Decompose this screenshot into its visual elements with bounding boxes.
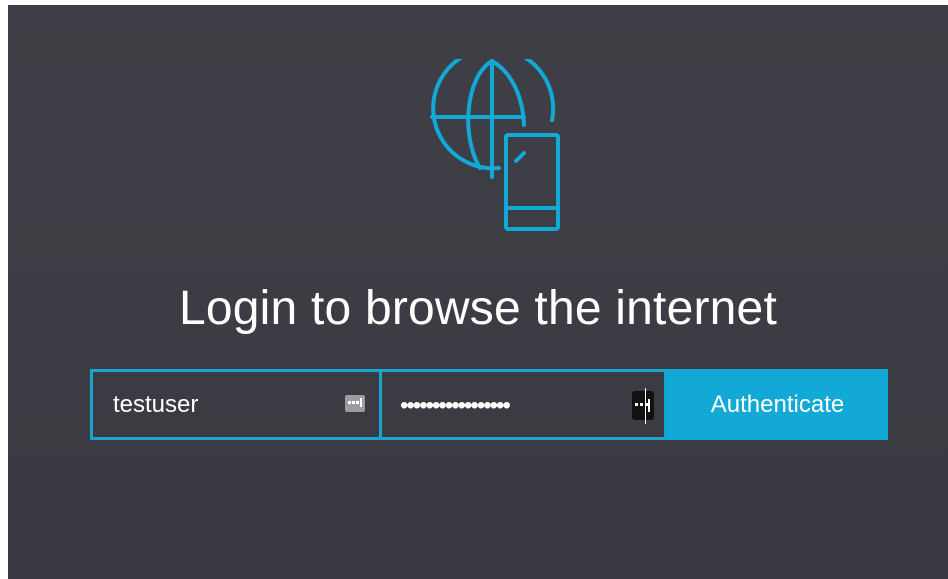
password-manager-key-icon[interactable] [345,395,365,412]
globe-phone-icon [430,59,560,231]
authenticate-button[interactable]: Authenticate [667,369,888,440]
password-input[interactable] [382,372,664,437]
login-form: ••••••••••••••••• Authenticate [90,369,888,440]
password-field-container: ••••••••••••••••• [379,369,667,440]
page-title: Login to browse the internet [179,282,777,336]
username-field-container [90,369,382,440]
text-caret [645,388,646,424]
login-panel: Login to browse the internet •••••••••••… [8,5,948,579]
password-manager-key-icon[interactable] [632,391,654,420]
username-input[interactable] [93,372,379,437]
